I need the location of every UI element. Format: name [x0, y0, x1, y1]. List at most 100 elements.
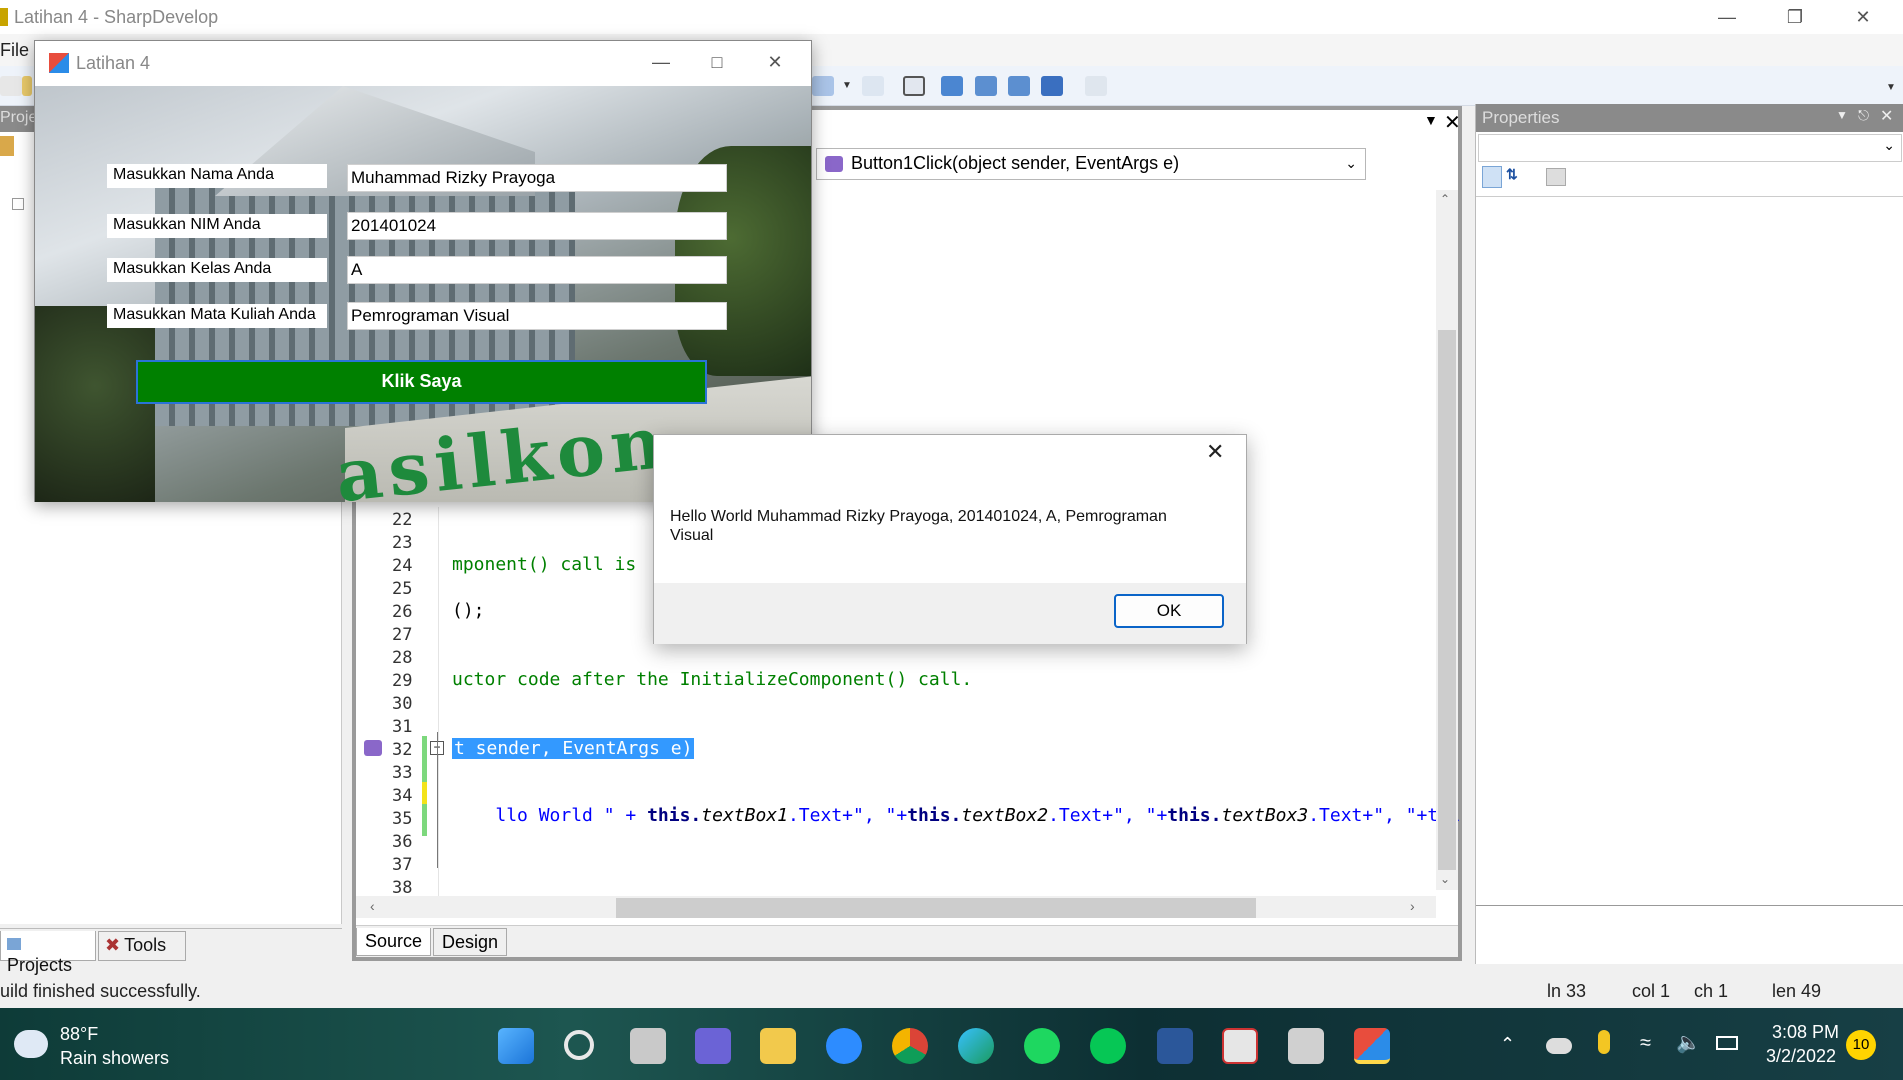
- chevron-down-icon: ⌄: [1883, 137, 1895, 153]
- horizontal-scrollbar-thumb[interactable]: [616, 898, 1256, 918]
- tab-source[interactable]: Source: [356, 928, 432, 956]
- properties-pane: Properties ▼ ⎋ ✕ ⌄ ⇅: [1475, 104, 1903, 964]
- minimize-icon[interactable]: —: [1697, 0, 1757, 34]
- textbox-mata-kuliah[interactable]: Pemrograman Visual: [347, 302, 727, 330]
- label-kelas: Masukkan Kelas Anda: [107, 258, 327, 282]
- toolbar-align-icon[interactable]: [903, 76, 925, 96]
- form-app-icon: [49, 53, 69, 73]
- spotify-icon[interactable]: [1024, 1028, 1060, 1064]
- code-line-34[interactable]: llo World " + this.textBox1.Text+", "+th…: [452, 784, 1460, 847]
- method-combo[interactable]: Button1Click(object sender, EventArgs e)…: [816, 148, 1366, 180]
- scroll-up-icon[interactable]: ⌃: [1440, 192, 1450, 206]
- start-windows-icon[interactable]: [498, 1028, 534, 1064]
- line-app-icon[interactable]: [1090, 1028, 1126, 1064]
- edge-icon[interactable]: [958, 1028, 994, 1064]
- toolbar-comment-icon[interactable]: [941, 76, 963, 96]
- toolbar-bookmark-next-icon[interactable]: [1008, 76, 1030, 96]
- task-view-icon[interactable]: [630, 1028, 666, 1064]
- volume-icon[interactable]: 🔈: [1676, 1030, 1701, 1055]
- alphabetical-icon[interactable]: ⇅: [1506, 166, 1518, 183]
- tree-expander-icon[interactable]: [12, 198, 24, 210]
- dropdown-arrow-icon[interactable]: ▼: [842, 80, 852, 91]
- code-line-32-selected[interactable]: t sender, EventArgs e): [452, 738, 695, 759]
- weather-temperature[interactable]: 88°F: [60, 1024, 98, 1045]
- weather-icon[interactable]: [14, 1030, 48, 1058]
- toolbar-page-icon[interactable]: [862, 76, 884, 96]
- line-number: 31: [392, 717, 413, 737]
- wifi-icon[interactable]: ≈: [1640, 1032, 1651, 1055]
- ide-window-title: Latihan 4 - SharpDevelop: [14, 7, 219, 27]
- weather-description[interactable]: Rain showers: [60, 1048, 169, 1069]
- toolbar-bookmark-clear-icon[interactable]: [1041, 76, 1063, 96]
- clock-date[interactable]: 3/2/2022: [1766, 1046, 1836, 1067]
- code-token: textBox2: [961, 805, 1049, 826]
- code-token: textBox1: [701, 805, 788, 826]
- textbox-nama[interactable]: Muhammad Rizky Prayoga: [347, 164, 727, 192]
- code-token: llo World " +: [495, 805, 648, 826]
- tab-projects[interactable]: Projects: [0, 931, 96, 975]
- chrome-icon[interactable]: [892, 1028, 928, 1064]
- form-maximize-icon[interactable]: □: [687, 45, 747, 81]
- line-number: 27: [392, 625, 413, 645]
- textbox-nim[interactable]: 201401024: [347, 212, 727, 240]
- tray-chevron-up-icon[interactable]: ⌃: [1500, 1034, 1515, 1055]
- project-tree-icon[interactable]: [0, 136, 14, 156]
- tab-tools[interactable]: ✖ Tools: [98, 931, 186, 961]
- property-pages-icon[interactable]: [1546, 168, 1566, 186]
- teams-chat-icon[interactable]: [695, 1028, 731, 1064]
- menu-file[interactable]: File: [0, 40, 29, 61]
- onedrive-icon[interactable]: [1546, 1038, 1572, 1054]
- notification-badge[interactable]: 10: [1846, 1030, 1876, 1060]
- line-number: 24: [392, 556, 413, 576]
- latihan-app-taskbar-icon[interactable]: [1354, 1028, 1390, 1064]
- line-number: 37: [392, 855, 413, 875]
- latihan-form-window: Latihan 4 — □ ✕ asilkon Masukkan Nama An…: [34, 40, 812, 502]
- clock-time[interactable]: 3:08 PM: [1772, 1022, 1839, 1043]
- ok-button[interactable]: OK: [1114, 594, 1224, 628]
- pane-dropdown-icon[interactable]: ▼: [1424, 112, 1438, 128]
- code-line-26[interactable]: ();: [452, 600, 485, 621]
- categorized-icon[interactable]: [1482, 166, 1502, 188]
- left-pane-tabs: Projects ✖ Tools: [0, 928, 342, 975]
- breakpoint-method-icon[interactable]: [364, 740, 382, 756]
- form-close-icon[interactable]: ✕: [745, 45, 805, 81]
- battery-icon[interactable]: [1716, 1036, 1738, 1050]
- file-explorer-icon[interactable]: [760, 1028, 796, 1064]
- pin-icon[interactable]: ⎋: [1858, 107, 1869, 124]
- object-selector[interactable]: ⌄: [1478, 134, 1902, 162]
- scroll-down-icon[interactable]: ⌄: [1440, 872, 1450, 886]
- close-icon[interactable]: ✕: [1833, 0, 1893, 34]
- textbox-kelas[interactable]: A: [347, 256, 727, 284]
- message-box-close-icon[interactable]: ✕: [1206, 439, 1224, 465]
- toolbar-overflow-icon[interactable]: ▼: [1886, 82, 1896, 93]
- status-line: ln 33: [1547, 981, 1587, 1001]
- klik-saya-button[interactable]: Klik Saya: [136, 360, 707, 404]
- search-icon[interactable]: [564, 1030, 594, 1060]
- microphone-icon[interactable]: [1598, 1030, 1610, 1054]
- code-token: this.: [1167, 805, 1222, 826]
- restore-icon[interactable]: ❐: [1765, 0, 1825, 34]
- code-token: .Text+", "+: [1048, 805, 1168, 826]
- properties-dropdown-icon[interactable]: ▼: [1836, 108, 1848, 122]
- toolbar-doc-icon[interactable]: [812, 76, 834, 96]
- sharpdevelop-taskbar-icon[interactable]: [1288, 1028, 1324, 1064]
- toolbar-open-icon[interactable]: [22, 76, 32, 96]
- editor-view-tabs: Source Design: [356, 925, 1458, 957]
- tab-tools-label: Tools: [124, 935, 167, 955]
- scroll-left-icon[interactable]: ‹: [370, 898, 375, 914]
- code-line-24[interactable]: mponent() call is: [452, 554, 636, 575]
- toolbar-bookmark-prev-icon[interactable]: [975, 76, 997, 96]
- tab-design[interactable]: Design: [433, 928, 508, 956]
- properties-close-icon[interactable]: ✕: [1880, 106, 1893, 126]
- toolbar-find-icon[interactable]: [1085, 76, 1107, 96]
- form-minimize-icon[interactable]: —: [631, 45, 691, 81]
- line-number: 29: [392, 671, 413, 691]
- scroll-right-icon[interactable]: ›: [1410, 898, 1415, 914]
- code-line-29[interactable]: uctor code after the InitializeComponent…: [452, 669, 972, 690]
- word-icon[interactable]: [1157, 1028, 1193, 1064]
- pane-close-icon[interactable]: ✕: [1444, 110, 1461, 135]
- toolbar-new-icon[interactable]: [0, 76, 22, 96]
- notes-app-icon[interactable]: [1222, 1028, 1258, 1064]
- vertical-scrollbar-thumb[interactable]: [1438, 330, 1456, 870]
- zoom-icon[interactable]: [826, 1028, 862, 1064]
